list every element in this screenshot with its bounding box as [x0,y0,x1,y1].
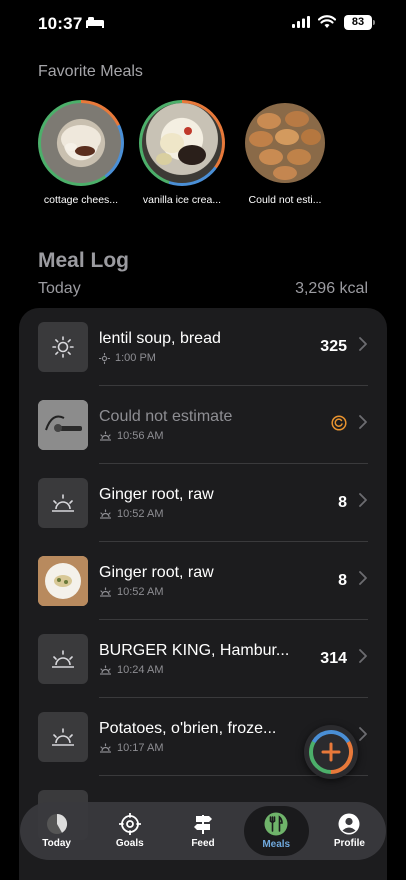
fork-knife-icon [264,812,288,836]
meal-time: 10:17 AM [117,742,164,754]
macro-ring [139,100,225,186]
meal-meta: 10:24 AM [99,664,163,676]
favorite-meal-label: vanilla ice crea... [142,194,222,206]
meal-photo [245,103,325,183]
sun-icon [52,336,74,358]
sleep-focus-icon [86,17,104,28]
meal-kcal: 8 [338,572,347,589]
favorite-meal-label: Could not esti... [248,194,322,206]
favorite-meals-heading: Favorite Meals [38,63,143,80]
meal-meta: 10:52 AM [99,586,163,598]
favorite-meal-item[interactable]: Could not esti... [240,100,330,206]
meal-log-row[interactable]: Could not estimate 10:56 AM [19,386,387,464]
meal-meta: 10:17 AM [99,742,163,754]
meal-photo [41,103,121,183]
meal-kcal: 325 [320,338,347,355]
crosshair-icon [118,813,141,835]
estimating-icon [331,415,347,431]
favorite-meal-label: cottage chees... [43,194,119,206]
meal-log-row[interactable]: Ginger root, raw 10:52 AM 8 [19,464,387,542]
meal-name: BURGER KING, Hambur... [99,642,290,659]
meal-meta: 10:52 AM [99,508,163,520]
tab-goals[interactable]: Goals [93,802,166,860]
meal-name: lentil soup, bread [99,330,221,347]
meal-log-total-kcal: 3,296 kcal [295,280,368,297]
meal-kcal: 314 [320,650,347,667]
tab-label: Profile [333,838,365,849]
chevron-right-icon [359,337,367,351]
meal-log-heading: Meal Log [38,249,130,272]
signpost-icon [194,815,212,834]
sunrise-icon [52,728,74,746]
chevron-right-icon [359,649,367,663]
sunrise-icon [100,587,111,597]
meal-name: Ginger root, raw [99,486,214,503]
meal-meta: 10:56 AM [99,430,163,442]
sunrise-icon [100,431,111,441]
meal-log-row[interactable]: lentil soup, bread 1:00 PM 325 [19,308,387,386]
tab-label: Goals [115,838,144,849]
tab-today[interactable]: Today [20,802,93,860]
wifi-icon [318,15,336,28]
sunrise-icon [52,494,74,512]
chevron-right-icon [359,727,367,741]
add-meal-button[interactable] [304,725,358,779]
sunrise-icon [52,650,74,668]
sunrise-icon [100,743,111,753]
sunrise-icon [100,509,111,519]
status-time: 10:37 [38,14,83,33]
macro-ring [242,100,328,186]
tab-feed[interactable]: Feed [166,802,239,860]
meal-photo [38,400,88,450]
meal-kcal: 8 [338,494,347,511]
meal-thumbnail [38,556,88,606]
tab-label: Feed [191,838,215,849]
meal-time: 10:56 AM [117,430,164,442]
chevron-right-icon [359,493,367,507]
meal-log-list: lentil soup, bread 1:00 PM 325 Could not… [19,308,387,880]
meal-name: Ginger root, raw [99,564,214,581]
tab-bar: Today Goals Feed Meals Profile [20,802,386,860]
meal-time: 10:52 AM [117,586,164,598]
status-bar: 10:37 83 [0,0,406,48]
battery-indicator: 83 [344,15,372,30]
meal-thumbnail [38,478,88,528]
tab-label: Today [42,838,71,849]
meal-thumbnail [38,322,88,372]
meal-meta: 1:00 PM [99,352,156,364]
cellular-signal-icon [292,16,310,28]
favorite-meal-item[interactable]: cottage chees... [36,100,126,206]
battery-tip [373,20,375,25]
profile-icon [338,813,360,835]
meal-time: 1:00 PM [115,352,156,364]
meal-name: Potatoes, o'brien, froze... [99,720,277,737]
macro-ring [38,100,124,186]
meal-log-row[interactable]: Ginger root, raw 10:52 AM 8 [19,542,387,620]
meal-name: Could not estimate [99,408,233,425]
meal-photo [142,103,222,183]
meal-thumbnail [38,634,88,684]
sunrise-icon [100,665,111,675]
meal-thumbnail [38,400,88,450]
meal-log-day: Today [38,280,81,297]
meal-log-row[interactable]: BURGER KING, Hambur... 10:24 AM 314 [19,620,387,698]
meal-time: 10:52 AM [117,508,164,520]
chevron-right-icon [359,415,367,429]
tab-profile[interactable]: Profile [313,802,386,860]
favorite-meal-item[interactable]: vanilla ice crea... [137,100,227,206]
add-icon [309,730,353,774]
today-ring-icon [46,813,67,834]
chevron-right-icon [359,571,367,585]
meal-time: 10:24 AM [117,664,164,676]
sun-icon [99,352,110,364]
meal-photo [38,556,88,606]
meal-thumbnail [38,712,88,762]
tab-meals[interactable]: Meals [240,802,313,860]
tab-label: Meals [262,839,291,850]
